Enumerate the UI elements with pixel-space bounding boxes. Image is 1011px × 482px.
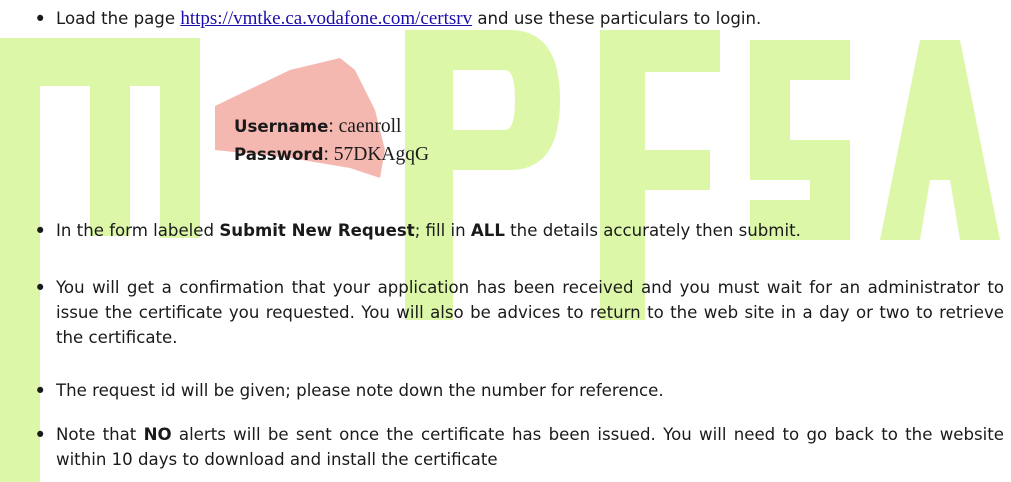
step-request-id: The request id will be given; please not… [56, 381, 664, 400]
step-2-text-3: the details accurately then submit. [504, 221, 801, 240]
password-separator: : [323, 144, 334, 165]
bullet-5: • [34, 423, 47, 447]
step-1-text-post: and use these particulars to login. [472, 9, 762, 28]
step-2-text-2: ; fill in [414, 221, 471, 240]
all-emphasis: ALL [470, 221, 505, 240]
step-no-alerts: Note that NO alerts will be sent once th… [56, 422, 1004, 472]
username-separator: : [328, 116, 339, 137]
bullet-4: • [34, 379, 47, 403]
step-confirmation: You will get a confirmation that your ap… [56, 278, 1004, 347]
step-submit-request: In the form labeled Submit New Request; … [56, 218, 1004, 243]
instructions-document: • Load the page https://vmtke.ca.vodafon… [0, 0, 1011, 482]
password-label: Password [234, 145, 324, 164]
bullet-3: • [34, 276, 47, 300]
bullet-2: • [34, 219, 47, 243]
certsrv-link[interactable]: https://vmtke.ca.vodafone.com/certsrv [180, 8, 472, 29]
password-value: 57DKAgqG [333, 144, 430, 165]
step-1-text-pre: Load the page [56, 9, 181, 28]
username-line: Username: caenroll [234, 114, 401, 140]
bullet-1: • [34, 7, 47, 31]
submit-new-request-label: Submit New Request [219, 221, 415, 240]
step-2-text-1: In the form labeled [56, 221, 220, 240]
username-value: caenroll [338, 116, 402, 137]
no-emphasis: NO [143, 425, 172, 444]
step-load-page: Load the page https://vmtke.ca.vodafone.… [56, 6, 1004, 31]
step-5-text-1: Note that [56, 425, 144, 444]
step-5-text-2: alerts will be sent once the certificate… [56, 425, 1004, 469]
username-label: Username [234, 117, 329, 136]
password-line: Password: 57DKAgqG [234, 142, 429, 168]
